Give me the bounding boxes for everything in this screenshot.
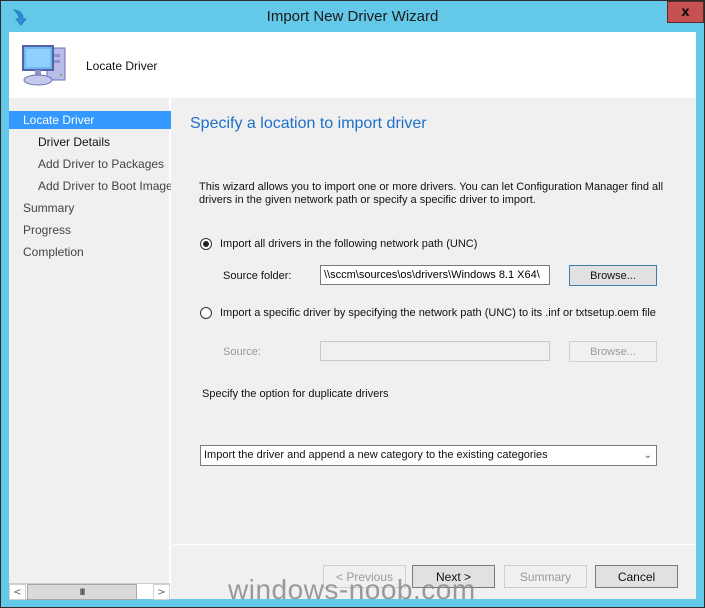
radio-import-all-label: Import all drivers in the following netw…: [220, 238, 478, 250]
close-icon: x: [681, 4, 690, 20]
scroll-left-button[interactable]: <: [9, 584, 26, 600]
radio-import-all-drivers[interactable]: Import all drivers in the following netw…: [200, 237, 477, 251]
browse-file-button[interactable]: Browse...: [569, 341, 657, 362]
cancel-button[interactable]: Cancel: [595, 565, 678, 588]
chevron-right-icon: >: [157, 586, 166, 598]
scroll-thumb[interactable]: III: [27, 584, 137, 600]
source-folder-label: Source folder:: [223, 270, 292, 282]
radio-import-specific-driver[interactable]: Import a specific driver by specifying t…: [200, 306, 656, 320]
chevron-down-icon: ⌄: [643, 450, 652, 461]
step-add-driver-to-boot-images[interactable]: Add Driver to Boot Images: [9, 177, 171, 195]
computer-icon: [22, 45, 66, 86]
wizard-header: Locate Driver: [9, 32, 696, 98]
step-summary[interactable]: Summary: [9, 199, 171, 217]
previous-button[interactable]: < Previous: [323, 565, 406, 588]
grip-icon: III: [79, 587, 85, 597]
radio-button-checked[interactable]: [200, 238, 212, 250]
chevron-left-icon: <: [13, 586, 22, 598]
header-title: Locate Driver: [86, 59, 158, 73]
title-bar[interactable]: Import New Driver Wizard x: [1, 1, 704, 33]
wizard-steps-sidebar: Locate Driver Driver Details Add Driver …: [9, 98, 171, 599]
wizard-window: Import New Driver Wizard x Locate Driver…: [0, 0, 705, 608]
browse-folder-button[interactable]: Browse...: [569, 265, 657, 286]
step-add-driver-to-packages[interactable]: Add Driver to Packages: [9, 155, 171, 173]
page-title: Specify a location to import driver: [190, 115, 427, 132]
step-completion[interactable]: Completion: [9, 243, 171, 261]
sidebar-horizontal-scrollbar[interactable]: < III >: [9, 583, 170, 600]
step-locate-driver[interactable]: Locate Driver: [9, 111, 171, 129]
step-progress[interactable]: Progress: [9, 221, 171, 239]
duplicate-drivers-label: Specify the option for duplicate drivers: [202, 388, 389, 400]
radio-import-specific-label: Import a specific driver by specifying t…: [220, 307, 656, 319]
footer-divider: [173, 544, 696, 545]
duplicate-drivers-selected: Import the driver and append a new categ…: [204, 449, 548, 461]
window-title: Import New Driver Wizard: [266, 8, 439, 25]
source-file-input[interactable]: [320, 341, 550, 361]
step-driver-details[interactable]: Driver Details: [9, 133, 171, 151]
duplicate-drivers-select[interactable]: Import the driver and append a new categ…: [200, 445, 657, 466]
source-folder-input[interactable]: \\sccm\sources\os\drivers\Windows 8.1 X6…: [320, 265, 550, 285]
page-description: This wizard allows you to import one or …: [199, 181, 664, 206]
next-button[interactable]: Next >: [412, 565, 495, 588]
wizard-page: Specify a location to import driver This…: [173, 98, 696, 599]
close-button[interactable]: x: [667, 1, 704, 23]
radio-button-unchecked[interactable]: [200, 307, 212, 319]
summary-button[interactable]: Summary: [504, 565, 587, 588]
scroll-right-button[interactable]: >: [153, 584, 170, 600]
wizard-client: Locate Driver Locate Driver Driver Detai…: [9, 32, 696, 600]
source-label: Source:: [223, 346, 261, 358]
